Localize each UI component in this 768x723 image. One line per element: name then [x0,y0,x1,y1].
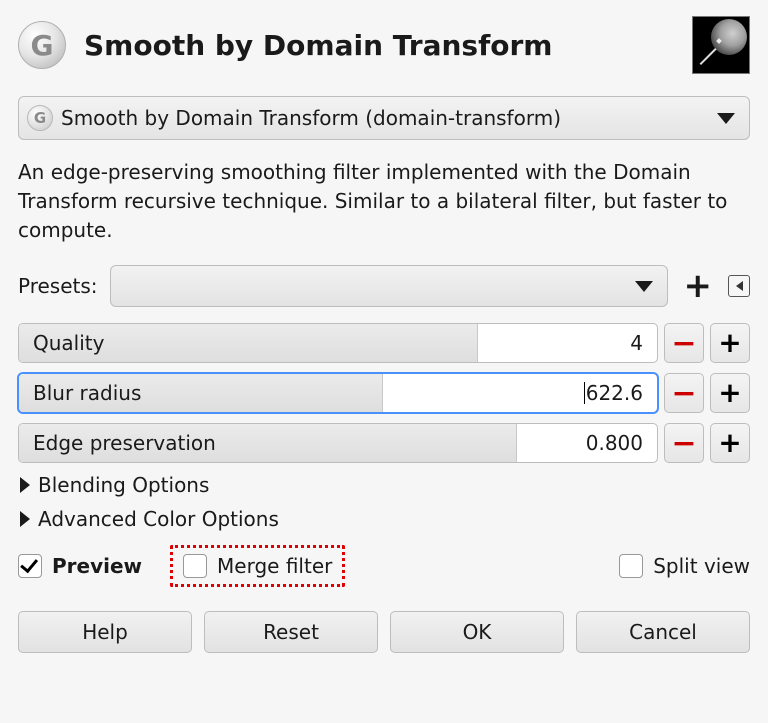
blur-radius-value: 622.6 [584,381,657,405]
triangle-left-icon [736,281,743,291]
dialog-title: Smooth by Domain Transform [84,29,674,62]
dialog-buttons: Help Reset OK Cancel [18,611,750,653]
blending-options-label: Blending Options [38,473,209,497]
triangle-right-icon [20,511,30,527]
cancel-button[interactable]: Cancel [576,611,750,653]
app-logo-icon: G [18,21,66,69]
options-row: Preview Merge filter Split view [18,545,750,587]
edge-preservation-row: Edge preservation 0.800 − + [18,423,750,463]
operation-dropdown[interactable]: G Smooth by Domain Transform (domain-tra… [18,96,750,140]
blur-radius-decrement-button[interactable]: − [664,373,704,413]
quality-value: 4 [630,331,657,355]
dialog-header: G Smooth by Domain Transform [18,16,750,74]
edge-preservation-slider[interactable]: Edge preservation 0.800 [18,423,658,463]
split-view-checkbox[interactable] [619,554,643,578]
wand-icon [700,48,717,65]
merge-filter-checkbox[interactable] [183,554,207,578]
blur-radius-increment-button[interactable]: + [710,373,750,413]
chevron-down-icon [635,281,653,292]
reset-button[interactable]: Reset [204,611,378,653]
presets-row: Presets: + [18,265,750,307]
operation-label: Smooth by Domain Transform (domain-trans… [61,106,709,130]
blur-radius-slider[interactable]: Blur radius 622.6 [18,373,658,413]
preview-thumbnail [692,16,750,74]
help-button[interactable]: Help [18,611,192,653]
plus-icon: + [718,386,741,400]
add-preset-button[interactable]: + [680,269,717,303]
triangle-right-icon [20,477,30,493]
quality-row: Quality 4 − + [18,323,750,363]
plus-icon: + [718,436,741,450]
quality-decrement-button[interactable]: − [664,323,704,363]
ok-button[interactable]: OK [390,611,564,653]
plus-icon: + [718,336,741,350]
filter-description: An edge-preserving smoothing filter impl… [18,158,750,245]
quality-label: Quality [19,331,104,355]
split-view-checkbox-wrap: Split view [619,554,750,578]
chevron-down-icon [717,113,735,124]
preset-menu-button[interactable] [728,275,750,297]
blending-options-expander[interactable]: Blending Options [20,473,750,497]
edge-preservation-value: 0.800 [586,431,657,455]
minus-icon: − [671,336,696,351]
filter-dialog: G Smooth by Domain Transform G Smooth by… [0,0,768,671]
preview-checkbox[interactable] [18,554,42,578]
merge-filter-label: Merge filter [217,554,332,578]
edge-preservation-increment-button[interactable]: + [710,423,750,463]
preview-label: Preview [52,554,142,578]
minus-icon: − [671,436,696,451]
split-view-label: Split view [653,554,750,578]
quality-increment-button[interactable]: + [710,323,750,363]
advanced-color-options-label: Advanced Color Options [38,507,279,531]
presets-dropdown[interactable] [110,265,668,307]
blur-radius-label: Blur radius [19,381,141,405]
edge-preservation-label: Edge preservation [19,431,216,455]
merge-filter-highlight: Merge filter [170,545,345,587]
minus-icon: − [671,386,696,401]
advanced-color-options-expander[interactable]: Advanced Color Options [20,507,750,531]
app-logo-mini-icon: G [27,105,53,131]
blur-radius-row: Blur radius 622.6 − + [18,373,750,413]
preview-checkbox-wrap: Preview [18,554,142,578]
text-caret-icon [584,382,585,404]
presets-label: Presets: [18,274,98,298]
edge-preservation-decrement-button[interactable]: − [664,423,704,463]
quality-slider[interactable]: Quality 4 [18,323,658,363]
